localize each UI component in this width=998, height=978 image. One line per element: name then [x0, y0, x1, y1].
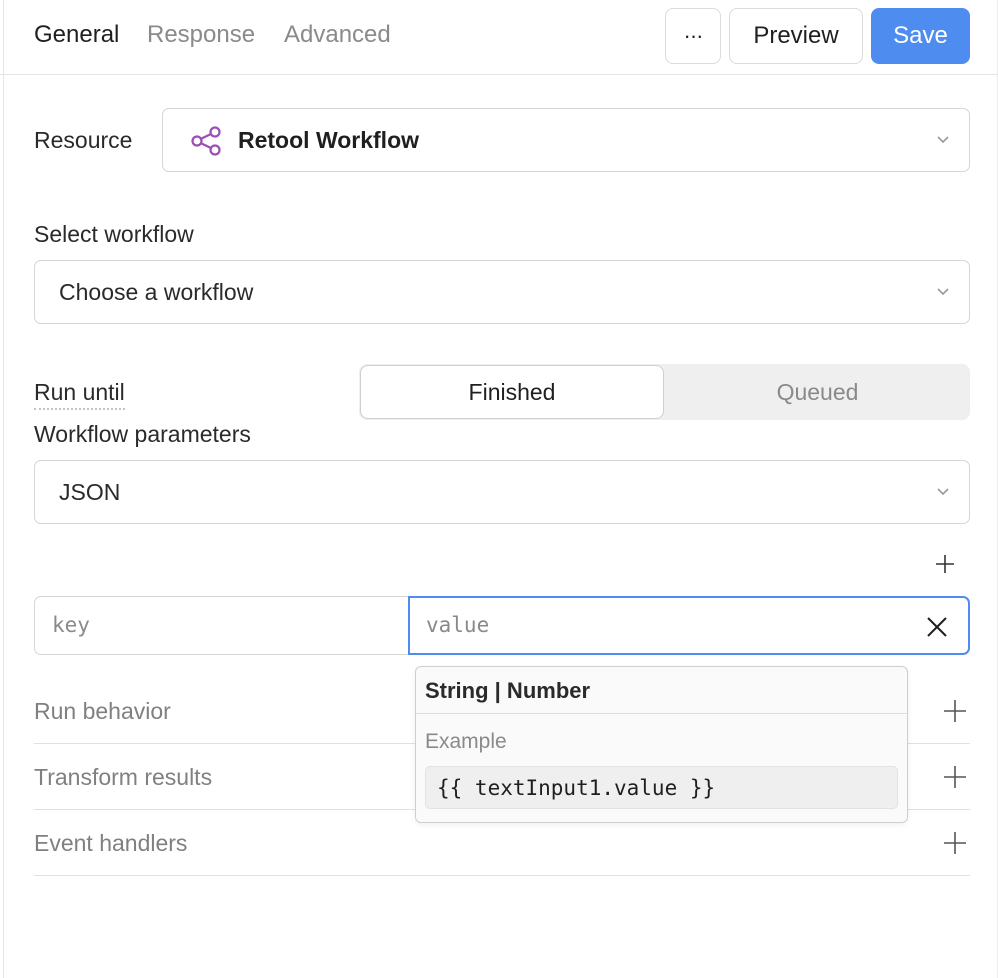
- workflow-select-placeholder: Choose a workflow: [59, 279, 254, 305]
- param-key-input[interactable]: key: [34, 596, 410, 655]
- editor-header: General Response Advanced ··· Preview Sa…: [0, 0, 998, 75]
- add-parameter-plus-icon[interactable]: [935, 554, 955, 574]
- param-value-placeholder: value: [426, 613, 490, 637]
- close-icon[interactable]: [926, 616, 948, 638]
- ellipsis-icon: ···: [683, 23, 704, 48]
- select-workflow-label: Select workflow: [34, 221, 194, 247]
- plus-icon[interactable]: [944, 766, 966, 788]
- tooltip-header: String | Number: [416, 667, 907, 714]
- tab-general[interactable]: General: [34, 20, 119, 50]
- chevron-down-icon: [937, 488, 949, 496]
- save-button[interactable]: Save: [871, 8, 970, 64]
- more-options-button[interactable]: ···: [665, 8, 721, 64]
- param-value-input[interactable]: value: [408, 596, 970, 655]
- tab-response[interactable]: Response: [147, 20, 255, 50]
- section-title: Transform results: [34, 764, 213, 790]
- run-until-option-finished[interactable]: Finished: [360, 365, 664, 419]
- workflow-parameters-label: Workflow parameters: [34, 421, 251, 447]
- share-nodes-icon: [191, 126, 221, 156]
- workflow-parameters-select[interactable]: JSON: [34, 460, 970, 524]
- section-title: Run behavior: [34, 698, 171, 724]
- tooltip-example-label: Example: [425, 730, 507, 753]
- tab-advanced[interactable]: Advanced: [284, 20, 391, 50]
- section-title: Event handlers: [34, 830, 188, 856]
- chevron-down-icon: [937, 288, 949, 296]
- plus-icon[interactable]: [944, 832, 966, 854]
- run-until-option-queued[interactable]: Queued: [665, 364, 970, 420]
- run-until-segmented-control: Finished Queued: [359, 364, 970, 420]
- workflow-select[interactable]: Choose a workflow: [34, 260, 970, 324]
- workflow-parameters-value: JSON: [59, 479, 121, 505]
- plus-icon[interactable]: [944, 700, 966, 722]
- tooltip-example-code-block: {{ textInput1.value }}: [425, 766, 898, 809]
- chevron-down-icon: [937, 136, 949, 144]
- run-until-label: Run until: [34, 377, 125, 410]
- resource-value: Retool Workflow: [238, 127, 420, 153]
- panel-left-border: [3, 0, 4, 978]
- tooltip-type-text: String | Number: [425, 678, 591, 703]
- resource-select[interactable]: Retool Workflow: [162, 108, 970, 172]
- resource-label: Resource: [34, 127, 133, 153]
- tooltip-example-code: {{ textInput1.value }}: [437, 776, 716, 800]
- value-type-tooltip: String | Number Example {{ textInput1.va…: [415, 666, 908, 823]
- preview-button[interactable]: Preview: [729, 8, 863, 64]
- param-key-placeholder: key: [52, 613, 90, 637]
